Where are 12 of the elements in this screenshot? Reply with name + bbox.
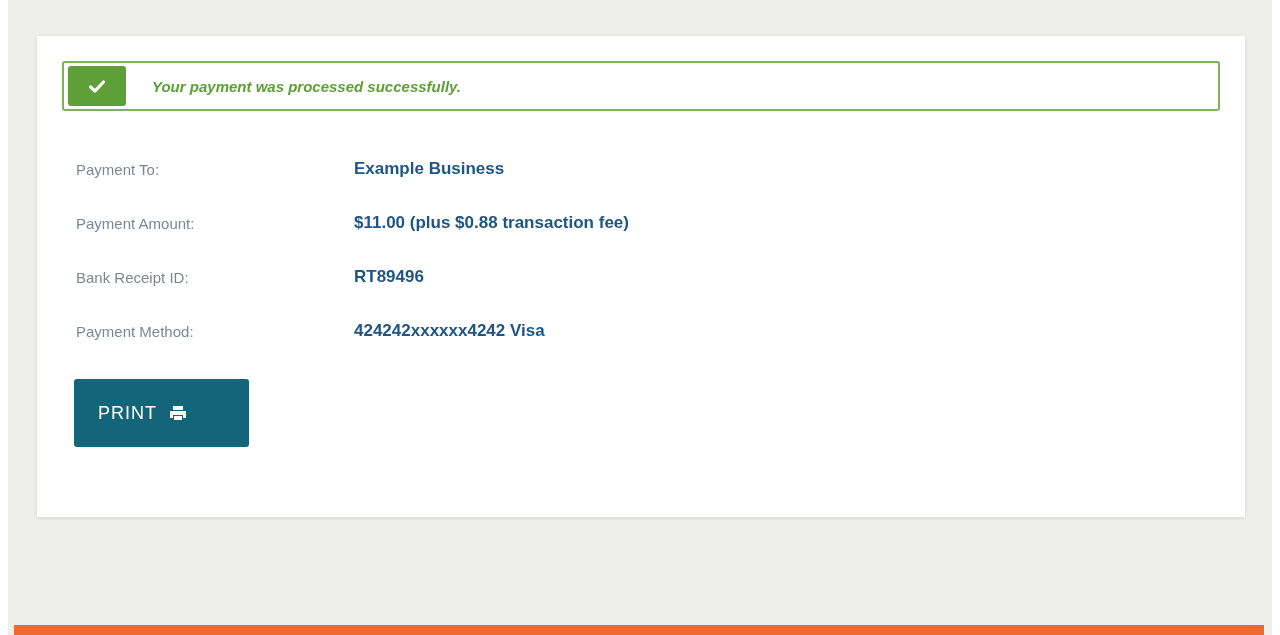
detail-label: Bank Receipt ID: bbox=[76, 268, 190, 286]
detail-label: Payment To: bbox=[76, 160, 161, 178]
printer-icon bbox=[169, 405, 187, 421]
detail-value: $11.00 (plus $0.88 transaction fee) bbox=[354, 213, 629, 233]
success-message: Your payment was processed successfully. bbox=[152, 77, 462, 95]
print-button[interactable]: PRINT bbox=[74, 379, 249, 447]
detail-label: Payment Method: bbox=[76, 322, 195, 340]
detail-value: RT89496 bbox=[354, 267, 424, 287]
detail-value: Example Business bbox=[354, 159, 505, 179]
detail-value: 424242xxxxxx4242 Visa bbox=[354, 321, 545, 341]
check-icon bbox=[68, 66, 126, 106]
detail-label: Payment Amount: bbox=[76, 214, 196, 232]
